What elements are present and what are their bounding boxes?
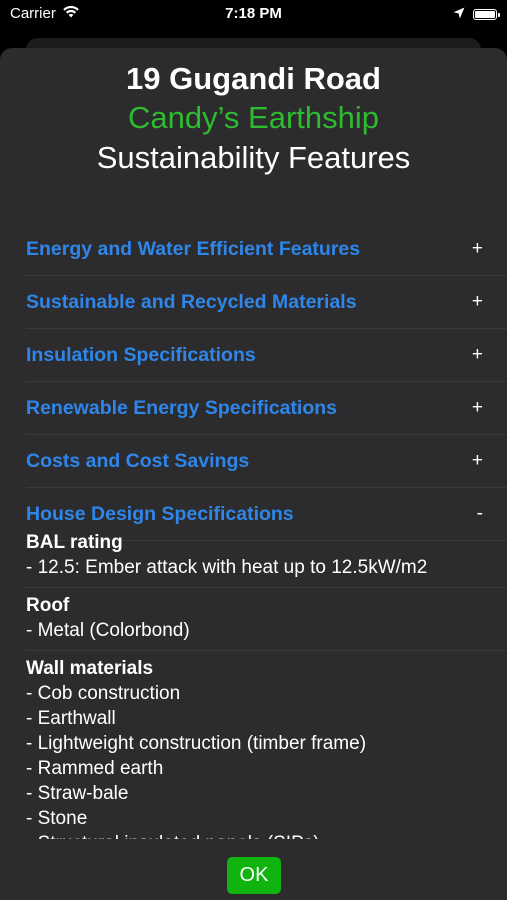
accordion-label: House Design Specifications [26,502,294,525]
collapse-icon[interactable]: - [477,503,483,525]
detail-heading: BAL rating [26,532,123,553]
accordion-label: Energy and Water Efficient Features [26,237,361,260]
expand-icon[interactable]: + [472,344,483,366]
status-bar: Carrier 7:18 PM [0,0,507,28]
property-name: Candy’s Earthship [127,100,379,135]
accordion-label: Costs and Cost Savings [26,449,250,472]
detail-line: - Structural insulated panels (SIPs) [26,831,507,839]
house-design-details[interactable]: BAL rating - 12.5: Ember attack with hea… [0,525,507,839]
detail-heading: Wall materials [26,658,154,679]
location-arrow-icon [453,6,465,23]
detail-heading: Roof [26,595,70,616]
accordion-energy-water[interactable]: Energy and Water Efficient Features + [26,223,507,276]
accordion-label: Insulation Specifications [26,343,256,366]
detail-line: - Earthwall [26,708,116,729]
detail-line: - Cob construction [26,683,181,704]
accordion-costs[interactable]: Costs and Cost Savings + [26,435,507,488]
detail-bal-rating: BAL rating - 12.5: Ember attack with hea… [26,525,507,588]
expand-icon[interactable]: + [472,397,483,419]
property-address: 19 Gugandi Road [126,61,381,96]
accordion-renewable-energy[interactable]: Renewable Energy Specifications + [26,382,507,435]
expand-icon[interactable]: + [472,450,483,472]
ok-button[interactable]: OK [227,857,281,894]
feature-accordion: Energy and Water Efficient Features + Su… [0,223,507,541]
expand-icon[interactable]: + [472,291,483,313]
title-block: 19 Gugandi Road Candy’s Earthship Sustai… [0,48,507,178]
accordion-sustainable-materials[interactable]: Sustainable and Recycled Materials + [26,276,507,329]
detail-line: - Metal (Colorbond) [26,620,190,641]
status-right [453,6,500,23]
detail-line: - Rammed earth [26,758,164,779]
detail-roof: Roof - Metal (Colorbond) [26,588,507,651]
detail-wall-materials: Wall materials - Cob construction - Eart… [26,651,507,839]
detail-line: - 12.5: Ember attack with heat up to 12.… [26,557,428,578]
accordion-insulation[interactable]: Insulation Specifications + [26,329,507,382]
section-title: Sustainability Features [96,140,411,175]
battery-icon [473,9,500,20]
detail-line: - Lightweight construction (timber frame… [26,733,367,754]
accordion-label: Sustainable and Recycled Materials [26,290,357,313]
status-time: 7:18 PM [225,5,282,22]
detail-line: - Stone [26,808,88,829]
accordion-label: Renewable Energy Specifications [26,396,338,419]
expand-icon[interactable]: + [472,238,483,260]
detail-line: - Straw-bale [26,783,129,804]
